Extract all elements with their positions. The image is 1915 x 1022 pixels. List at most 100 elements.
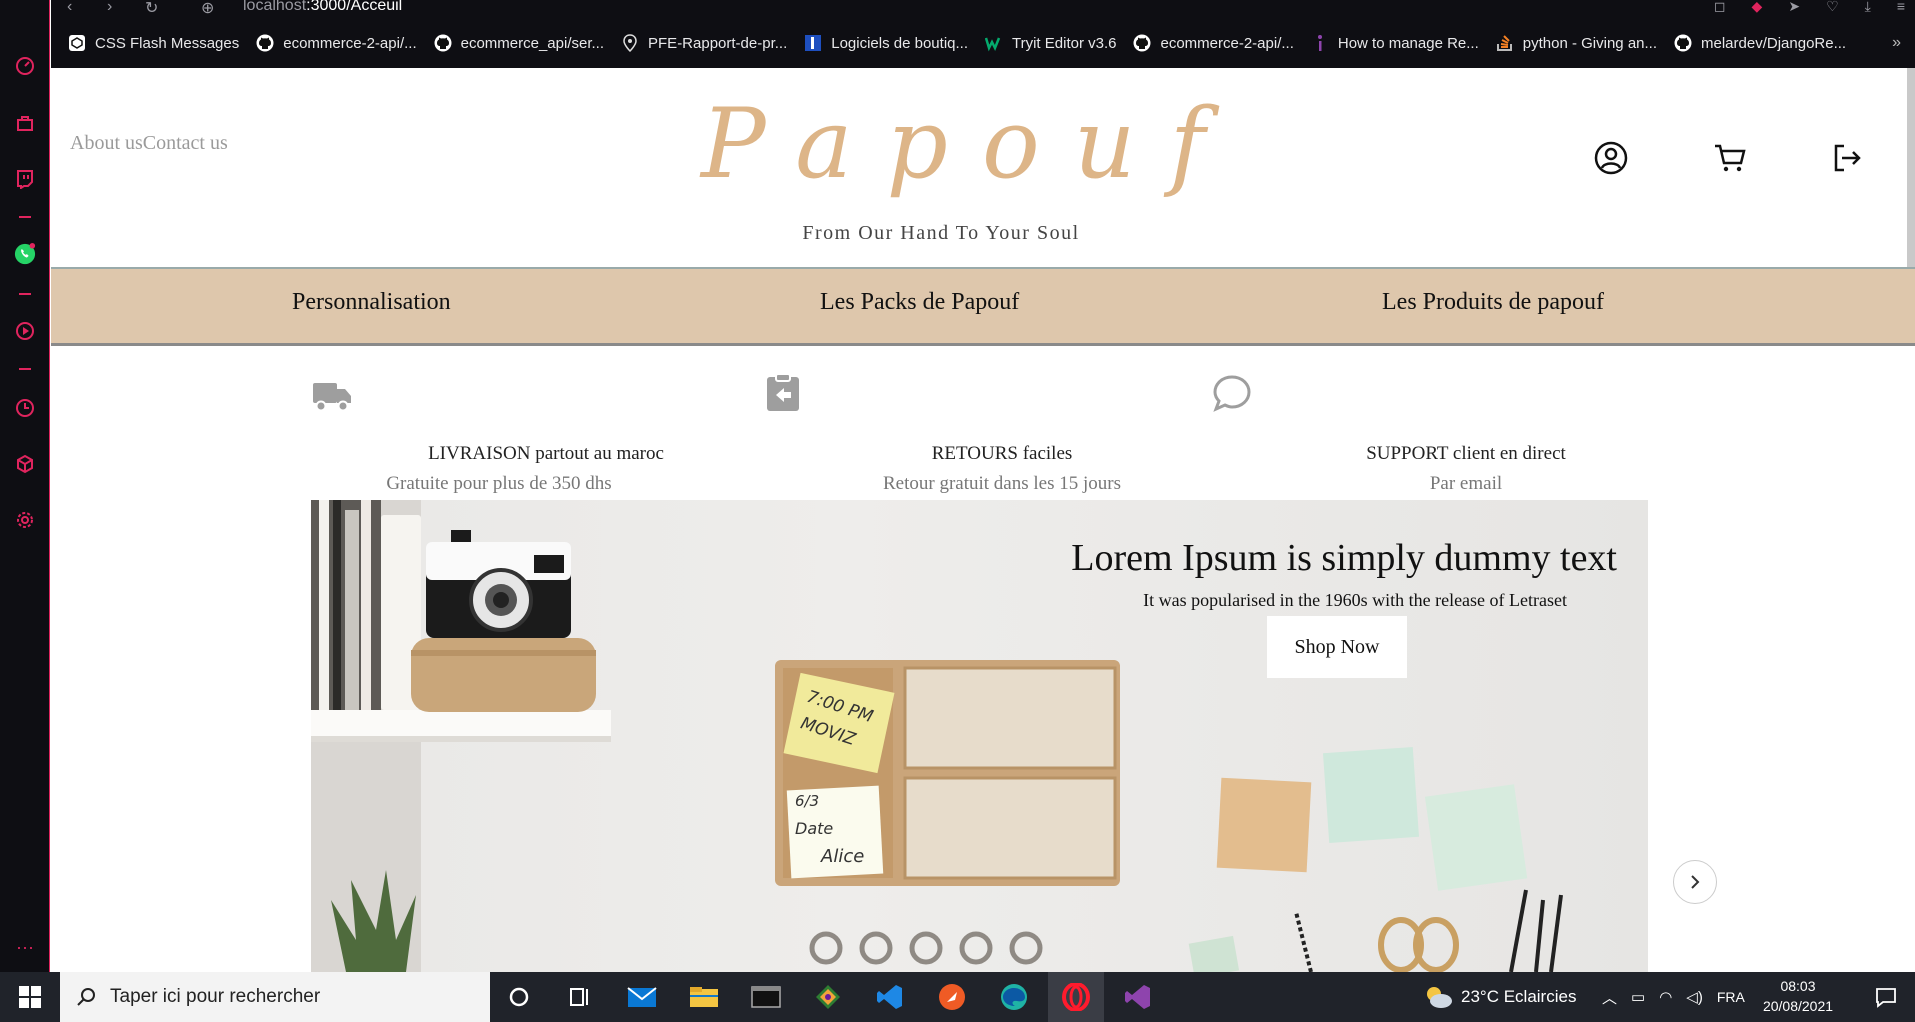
language-indicator[interactable]: FRA bbox=[1717, 989, 1745, 1005]
feature-title: SUPPORT client en direct bbox=[1366, 443, 1566, 464]
menu-icon[interactable]: ≡ bbox=[1897, 0, 1905, 15]
url-field[interactable]: localhost:3000/Acceuil bbox=[243, 0, 402, 15]
sidebar-separator bbox=[19, 293, 31, 295]
top-links[interactable]: About usContact us bbox=[70, 132, 228, 155]
github-icon bbox=[433, 33, 453, 53]
weather-widget[interactable]: 23°C Eclaircies bbox=[1423, 972, 1576, 1022]
menu-item-produits[interactable]: Les Produits de papouf bbox=[1382, 289, 1604, 316]
feature-title: LIVRAISON partout au maroc bbox=[428, 443, 664, 464]
twitch-icon[interactable] bbox=[14, 168, 36, 190]
feature-title: RETOURS faciles bbox=[931, 443, 1073, 464]
postman-icon[interactable] bbox=[924, 972, 980, 1022]
github-icon bbox=[1673, 33, 1693, 53]
bookmarks-more-icon[interactable]: » bbox=[1892, 34, 1901, 52]
clock-time: 08:03 bbox=[1780, 978, 1816, 994]
note-text: Alice bbox=[820, 846, 864, 867]
opera-icon[interactable] bbox=[1048, 972, 1104, 1022]
forward-icon[interactable]: › bbox=[107, 0, 112, 16]
stackoverflow-icon bbox=[1495, 33, 1515, 53]
address-bar: ‹ › ↻ ⊕ localhost:3000/Acceuil ◻ ◆ ➤ ♡ ⤓… bbox=[51, 0, 1915, 18]
bookmark-label: melardev/DjangoRe... bbox=[1701, 34, 1847, 52]
bookmark-item[interactable]: ecommerce-2-api/... bbox=[1132, 33, 1294, 53]
menu-item-personnalisation[interactable]: Personnalisation bbox=[292, 289, 451, 316]
search-placeholder: Taper ici pour rechercher bbox=[110, 986, 321, 1007]
shield-icon[interactable]: ◆ bbox=[1752, 0, 1763, 15]
speed-dial-icon[interactable] bbox=[14, 55, 36, 77]
truck-icon bbox=[313, 383, 351, 412]
bookmark-item[interactable]: melardev/DjangoRe... bbox=[1673, 33, 1846, 53]
vscode-icon[interactable] bbox=[862, 972, 918, 1022]
site-logo[interactable]: Papouf bbox=[701, 88, 1205, 200]
edge-icon[interactable] bbox=[986, 972, 1042, 1022]
bookmark-item[interactable]: CSS Flash Messages bbox=[67, 33, 239, 53]
github-icon bbox=[255, 33, 275, 53]
bookmark-item[interactable]: Logiciels de boutiq... bbox=[803, 33, 968, 53]
bookmark-item[interactable]: ecommerce_api/ser... bbox=[433, 33, 604, 53]
site-tagline: From Our Hand To Your Soul bbox=[802, 222, 1080, 244]
search-icon bbox=[77, 988, 95, 1006]
mail-icon[interactable] bbox=[614, 972, 670, 1022]
battery-icon[interactable]: ▭ bbox=[1631, 988, 1645, 1006]
bookmark-item[interactable]: PFE-Rapport-de-pr... bbox=[620, 33, 787, 53]
codepen-icon bbox=[67, 33, 87, 53]
extensions-icon[interactable] bbox=[14, 453, 36, 475]
settings-icon[interactable] bbox=[14, 509, 36, 531]
shop-now-button[interactable]: Shop Now bbox=[1267, 616, 1407, 678]
start-button[interactable] bbox=[0, 972, 60, 1022]
clock-date: 20/08/2021 bbox=[1762, 998, 1834, 1014]
browser-sidebar: ··· bbox=[0, 0, 50, 972]
bookmark-item[interactable]: ecommerce-2-api/... bbox=[255, 33, 417, 53]
whatsapp-icon[interactable] bbox=[14, 243, 36, 265]
chevron-up-icon[interactable]: ︿ bbox=[1602, 987, 1617, 1008]
bookmark-item[interactable]: python - Giving an... bbox=[1495, 33, 1657, 53]
account-icon[interactable] bbox=[1593, 140, 1629, 176]
logout-icon[interactable] bbox=[1829, 140, 1865, 176]
git-kraken-icon[interactable] bbox=[800, 972, 856, 1022]
weather-text: 23°C Eclaircies bbox=[1461, 987, 1577, 1006]
main-menu: Personnalisation Les Packs de Papouf Les… bbox=[51, 267, 1915, 346]
bookmark-item[interactable]: How to manage Re... bbox=[1310, 33, 1479, 53]
bookmark-label: How to manage Re... bbox=[1337, 34, 1479, 52]
hero-banner: 7:00 PM MOVIZ 6/3 Date Alice Lorem Ipsum… bbox=[311, 500, 1648, 972]
bookmark-item[interactable]: Tryit Editor v3.6 bbox=[984, 33, 1116, 53]
bookmark-label: ecommerce-2-api/... bbox=[283, 34, 417, 52]
taskbar-search[interactable]: Taper ici pour rechercher bbox=[60, 972, 490, 1022]
player-icon[interactable] bbox=[14, 320, 36, 342]
feature-subtitle: Retour gratuit dans les 15 jours bbox=[883, 473, 1121, 494]
carousel-next-button[interactable] bbox=[1673, 860, 1717, 904]
send-icon[interactable]: ➤ bbox=[1788, 0, 1800, 15]
download-icon[interactable]: ⤓ bbox=[1865, 0, 1871, 15]
location-pin-icon bbox=[620, 33, 640, 53]
bookmark-label: ecommerce-2-api/... bbox=[1160, 34, 1294, 52]
visual-studio-icon[interactable] bbox=[1110, 972, 1166, 1022]
reload-icon[interactable]: ↻ bbox=[145, 0, 158, 18]
bookmark-blue-icon bbox=[803, 33, 823, 53]
return-icon bbox=[767, 373, 799, 411]
heart-icon[interactable]: ♡ bbox=[1826, 0, 1839, 15]
clock[interactable]: 08:03 20/08/2021 bbox=[1758, 976, 1838, 1016]
notifications-icon[interactable] bbox=[1858, 972, 1914, 1022]
windows-taskbar: Taper ici pour rechercher 23°C Eclaircie… bbox=[0, 972, 1915, 1022]
bookmark-label: PFE-Rapport-de-pr... bbox=[648, 34, 788, 52]
note-text: Date bbox=[795, 819, 833, 838]
bookmark-label: Logiciels de boutiq... bbox=[831, 34, 968, 52]
cortana-icon[interactable] bbox=[491, 972, 547, 1022]
file-explorer-icon[interactable] bbox=[676, 972, 732, 1022]
bookmark-label: CSS Flash Messages bbox=[95, 34, 240, 52]
cart-icon[interactable] bbox=[1712, 140, 1748, 176]
sidebar-separator bbox=[19, 368, 31, 370]
task-view-icon[interactable] bbox=[552, 972, 608, 1022]
volume-icon[interactable]: ◁) bbox=[1686, 988, 1703, 1006]
chat-bubble-icon bbox=[1213, 375, 1251, 412]
github-icon bbox=[1132, 33, 1152, 53]
snapshot-icon[interactable]: ◻ bbox=[1714, 0, 1726, 15]
more-options-icon[interactable]: ··· bbox=[14, 936, 36, 958]
shopping-icon[interactable] bbox=[14, 112, 36, 134]
back-icon[interactable]: ‹ bbox=[67, 0, 72, 16]
history-icon[interactable] bbox=[14, 397, 36, 419]
system-tray: ︿ ▭ ◠ ◁) FRA bbox=[1602, 972, 1745, 1022]
feature-subtitle: Par email bbox=[1429, 473, 1503, 494]
terminal-icon[interactable] bbox=[738, 972, 794, 1022]
wifi-icon[interactable]: ◠ bbox=[1659, 988, 1672, 1006]
menu-item-packs[interactable]: Les Packs de Papouf bbox=[820, 289, 1019, 316]
